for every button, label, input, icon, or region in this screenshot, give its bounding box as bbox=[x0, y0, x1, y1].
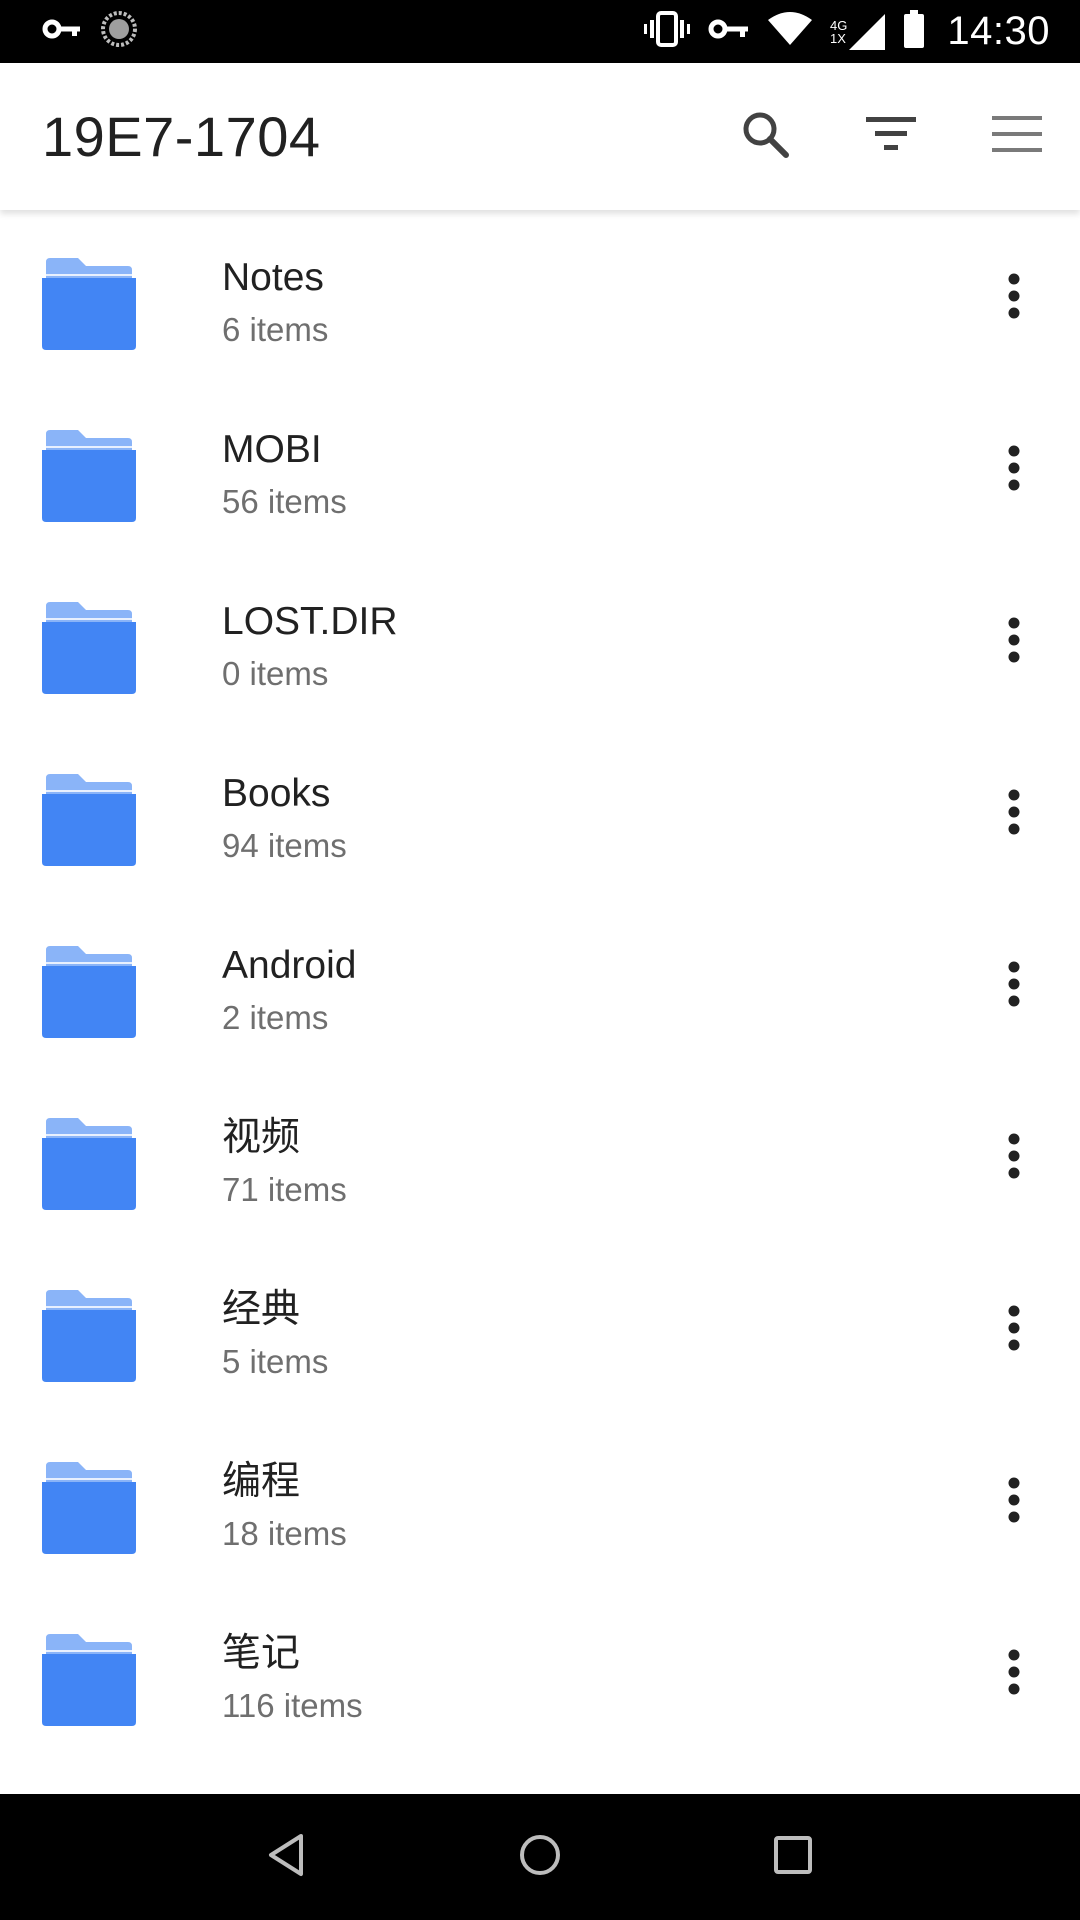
more-options-button[interactable] bbox=[978, 942, 1050, 1030]
folder-name: Android bbox=[222, 944, 357, 987]
more-options-button[interactable] bbox=[978, 1286, 1050, 1374]
folder-name: 笔记 bbox=[222, 1632, 301, 1675]
network-sub-label: 1X bbox=[830, 30, 846, 46]
more-options-button[interactable] bbox=[978, 1114, 1050, 1202]
vpn-key-icon bbox=[42, 18, 82, 45]
back-button[interactable] bbox=[247, 1817, 327, 1897]
cell-signal-icon: 4G 1X bbox=[830, 13, 886, 50]
more-vert-icon bbox=[1007, 1649, 1021, 1700]
folder-item-count: 56 items bbox=[222, 483, 347, 520]
folder-icon bbox=[42, 428, 136, 522]
folder-texts: Android 2 items bbox=[222, 942, 356, 1040]
folder-item-count: 94 items bbox=[222, 827, 347, 864]
more-options-button[interactable] bbox=[978, 426, 1050, 514]
more-vert-icon bbox=[1007, 1477, 1021, 1528]
view-menu-button[interactable] bbox=[954, 63, 1080, 210]
search-icon bbox=[740, 109, 790, 164]
folder-name: 视频 bbox=[222, 1116, 301, 1159]
network-type: 4G 1X bbox=[830, 19, 847, 45]
filter-icon bbox=[866, 117, 916, 156]
folder-texts: LOST.DIR 0 items bbox=[222, 598, 398, 696]
more-options-button[interactable] bbox=[978, 770, 1050, 858]
folder-row[interactable]: 编程 18 items bbox=[0, 1414, 1080, 1586]
folder-item-count: 71 items bbox=[222, 1171, 347, 1208]
folder-texts: Notes 6 items bbox=[222, 254, 328, 352]
folder-icon bbox=[42, 772, 136, 866]
more-vert-icon bbox=[1007, 789, 1021, 840]
folder-item-count: 2 items bbox=[222, 999, 329, 1036]
page-title: 19E7-1704 bbox=[42, 105, 321, 168]
folder-texts: 视频 71 items bbox=[222, 1114, 347, 1212]
filter-button[interactable] bbox=[828, 63, 954, 210]
folder-icon bbox=[42, 600, 136, 694]
folder-item-count: 5 items bbox=[222, 1343, 329, 1380]
folder-name: MOBI bbox=[222, 428, 322, 471]
folder-list: Notes 6 items MOBI 56 items LOST.DIR 0 items B… bbox=[0, 210, 1080, 1758]
app-bar: 19E7-1704 bbox=[0, 63, 1080, 210]
folder-texts: MOBI 56 items bbox=[222, 426, 347, 524]
folder-item-count: 6 items bbox=[222, 311, 329, 348]
status-left bbox=[42, 10, 138, 53]
folder-row[interactable]: Notes 6 items bbox=[0, 210, 1080, 382]
more-vert-icon bbox=[1007, 445, 1021, 496]
folder-name: LOST.DIR bbox=[222, 600, 398, 643]
recents-icon bbox=[773, 1835, 813, 1880]
folder-icon bbox=[42, 1116, 136, 1210]
folder-texts: 经典 5 items bbox=[222, 1286, 328, 1384]
folder-row[interactable]: LOST.DIR 0 items bbox=[0, 554, 1080, 726]
navigation-bar bbox=[0, 1794, 1080, 1920]
recents-button[interactable] bbox=[753, 1817, 833, 1897]
folder-texts: 编程 18 items bbox=[222, 1458, 347, 1556]
vpn-key-icon bbox=[708, 17, 750, 46]
folder-name: Books bbox=[222, 772, 331, 815]
network-type-label: 4G bbox=[830, 17, 848, 33]
status-bar: 4G 1X 14:30 bbox=[0, 0, 1080, 63]
folder-row[interactable]: 视频 71 items bbox=[0, 1070, 1080, 1242]
folder-row[interactable]: 经典 5 items bbox=[0, 1242, 1080, 1414]
folder-icon bbox=[42, 1632, 136, 1726]
folder-name: Notes bbox=[222, 256, 324, 299]
more-vert-icon bbox=[1007, 1305, 1021, 1356]
more-vert-icon bbox=[1007, 961, 1021, 1012]
more-options-button[interactable] bbox=[978, 1458, 1050, 1546]
app-bar-actions bbox=[702, 63, 1080, 210]
folder-icon bbox=[42, 944, 136, 1038]
folder-item-count: 0 items bbox=[222, 655, 329, 692]
folder-icon bbox=[42, 1288, 136, 1382]
home-icon bbox=[518, 1833, 562, 1882]
folder-texts: 笔记 116 items bbox=[222, 1630, 363, 1728]
vibrate-icon bbox=[644, 11, 691, 52]
home-button[interactable] bbox=[500, 1817, 580, 1897]
folder-name: 编程 bbox=[222, 1460, 301, 1503]
search-button[interactable] bbox=[702, 63, 828, 210]
folder-item-count: 116 items bbox=[222, 1687, 363, 1724]
folder-row[interactable]: Android 2 items bbox=[0, 898, 1080, 1070]
menu-icon bbox=[992, 116, 1042, 157]
folder-icon bbox=[42, 1460, 136, 1554]
more-options-button[interactable] bbox=[978, 1630, 1050, 1718]
screen: 4G 1X 14:30 19E7-1704 Notes 6 items MOBI… bbox=[0, 0, 1080, 1920]
folder-texts: Books 94 items bbox=[222, 770, 347, 868]
status-right: 4G 1X 14:30 bbox=[644, 9, 1050, 54]
folder-item-count: 18 items bbox=[222, 1515, 347, 1552]
folder-row[interactable]: MOBI 56 items bbox=[0, 382, 1080, 554]
folder-icon bbox=[42, 256, 136, 350]
more-vert-icon bbox=[1007, 273, 1021, 324]
more-options-button[interactable] bbox=[978, 598, 1050, 686]
wifi-icon bbox=[768, 12, 813, 51]
sync-icon bbox=[100, 10, 138, 53]
folder-row[interactable]: 笔记 116 items bbox=[0, 1586, 1080, 1758]
back-icon bbox=[267, 1833, 307, 1882]
battery-icon bbox=[903, 10, 925, 53]
folder-name: 经典 bbox=[222, 1288, 301, 1331]
more-options-button[interactable] bbox=[978, 254, 1050, 342]
folder-row[interactable]: Books 94 items bbox=[0, 726, 1080, 898]
more-vert-icon bbox=[1007, 1133, 1021, 1184]
status-time: 14:30 bbox=[947, 9, 1050, 53]
more-vert-icon bbox=[1007, 617, 1021, 668]
